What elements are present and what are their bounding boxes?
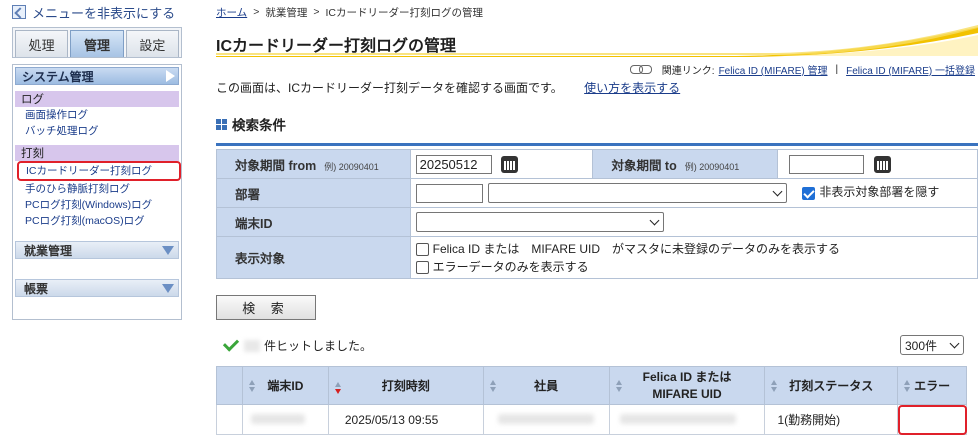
page-description: この画面は、ICカードリーダー打刻データを確認する画面です。 使い方を表示する	[216, 81, 681, 95]
calendar-icon[interactable]	[500, 155, 518, 173]
reports-label: 帳票	[24, 281, 49, 296]
period-from-input[interactable]: 20250512	[415, 154, 492, 174]
cell-employee	[482, 404, 610, 435]
result-message: 件ヒットしました。	[264, 339, 373, 353]
col-time[interactable]: 打刻時刻	[327, 366, 484, 405]
breadcrumb-work: 就業管理	[265, 6, 308, 19]
sort-icon	[248, 380, 256, 393]
work-management-label: 就業管理	[24, 243, 73, 258]
results-table: 端末ID 打刻時刻 社員 Felica ID または MIFARE UID 打刻…	[216, 366, 967, 435]
terminal-select[interactable]	[415, 212, 664, 232]
sidebar-tabs: 処理 管理 設定	[12, 27, 182, 58]
sidebar-item-palm-vein-log[interactable]: 手のひら静脈打刻ログ	[15, 181, 179, 197]
sidebar-item-screen-log[interactable]: 画面操作ログ	[15, 107, 179, 123]
chevron-down-icon	[949, 338, 960, 348]
system-management-header[interactable]: システム管理	[15, 67, 179, 85]
section-divider	[216, 143, 978, 146]
tab-processing[interactable]: 処理	[15, 30, 69, 57]
section-reports[interactable]: 帳票	[15, 279, 179, 297]
period-to-input[interactable]	[789, 154, 865, 174]
checkmark-icon	[222, 335, 240, 352]
page-title: ICカードリーダー打刻ログの管理	[216, 38, 457, 55]
main-content: ホーム > 就業管理 > ICカードリーダー打刻ログの管理 ICカードリーダー打…	[216, 0, 978, 435]
hide-menu-label: メニューを非表示にする	[32, 5, 176, 21]
felica-bulk-link[interactable]: Felica ID (MIFARE) 一括登録	[846, 62, 975, 77]
terminal-label: 端末ID	[216, 207, 411, 237]
felica-manage-link[interactable]: Felica ID (MIFARE) 管理	[719, 62, 828, 77]
chevron-down-icon	[649, 215, 660, 225]
display-target-label: 表示対象	[216, 236, 411, 279]
sidebar-item-ic-card-log[interactable]: ICカードリーダー打刻ログ	[17, 161, 181, 181]
section-work-management[interactable]: 就業管理	[15, 241, 179, 259]
sort-icon	[904, 380, 911, 393]
breadcrumb-current: ICカードリーダー打刻ログの管理	[325, 6, 483, 19]
sidebar-item-pc-windows-log[interactable]: PCログ打刻(Windows)ログ	[15, 197, 179, 213]
collapse-menu-icon	[12, 5, 26, 19]
related-links: 関連リンク: Felica ID (MIFARE) 管理 | Felica ID…	[216, 62, 978, 77]
expand-right-icon	[166, 70, 175, 82]
section-grid-icon	[216, 118, 227, 130]
per-page-select[interactable]: 300件	[900, 335, 964, 355]
hide-depts-checkbox[interactable]	[802, 186, 816, 200]
tab-settings[interactable]: 設定	[125, 30, 179, 57]
table-header-row: 端末ID 打刻時刻 社員 Felica ID または MIFARE UID 打刻…	[216, 366, 967, 405]
cell-error	[897, 404, 967, 435]
col-felica-uid[interactable]: Felica ID または MIFARE UID	[608, 366, 766, 405]
cell-status: 1(勤務開始)	[764, 404, 899, 435]
search-conditions: 対象期間 from 例) 20090401 20250512 対象期間 to 例) …	[216, 149, 978, 279]
expand-down-icon	[162, 283, 174, 293]
col-error[interactable]: エラー	[897, 366, 967, 405]
search-section-title: 検索条件	[216, 114, 978, 134]
result-summary: 件ヒットしました。 300件	[216, 330, 978, 358]
dept-label: 部署	[216, 178, 411, 208]
cell-time: 2025/05/13 09:55	[327, 404, 484, 435]
period-to-label: 対象期間 to 例) 20090401	[592, 149, 779, 179]
col-terminal[interactable]: 端末ID	[241, 366, 329, 405]
hide-menu-link[interactable]: メニューを非表示にする	[12, 0, 182, 24]
search-button[interactable]: 検 索	[216, 295, 316, 320]
link-icon	[629, 65, 652, 74]
chevron-down-icon	[772, 186, 783, 196]
unregistered-only-checkbox[interactable]	[415, 242, 429, 256]
sidebar-item-batch-log[interactable]: バッチ処理ログ	[15, 123, 179, 139]
sort-icon	[615, 380, 623, 393]
period-from-label: 対象期間 from 例) 20090401	[216, 149, 411, 179]
dept-code-input[interactable]	[415, 183, 483, 203]
system-management-label: システム管理	[22, 69, 94, 84]
category-stamp: 打刻	[15, 145, 179, 161]
breadcrumb-home[interactable]: ホーム	[216, 5, 247, 20]
sidebar: メニューを非表示にする 処理 管理 設定 システム管理 ログ 画面操作ログ バッ…	[12, 0, 182, 320]
cell-uid	[608, 404, 766, 435]
col-status[interactable]: 打刻ステータス	[764, 366, 899, 405]
sidebar-item-pc-macos-log[interactable]: PCログ打刻(macOS)ログ	[15, 213, 179, 229]
sort-icon	[489, 380, 497, 393]
cell-terminal	[241, 404, 329, 435]
related-label: 関連リンク:	[661, 66, 715, 77]
hit-count	[244, 339, 260, 352]
page-title-bar: ICカードリーダー打刻ログの管理	[216, 25, 978, 57]
sort-desc-icon	[334, 382, 342, 395]
expand-down-icon	[162, 245, 174, 255]
howto-link[interactable]: 使い方を表示する	[584, 81, 680, 95]
sort-icon	[771, 380, 778, 393]
error-only-checkbox[interactable]	[415, 260, 429, 274]
table-row[interactable]: 2025/05/13 09:55 1(勤務開始)	[216, 404, 967, 435]
sidebar-menu: システム管理 ログ 画面操作ログ バッチ処理ログ 打刻 ICカードリーダー打刻ロ…	[12, 64, 182, 320]
dept-select[interactable]	[487, 183, 787, 203]
tab-management[interactable]: 管理	[70, 30, 124, 57]
calendar-icon[interactable]	[873, 155, 891, 173]
col-employee[interactable]: 社員	[482, 366, 610, 405]
category-log: ログ	[15, 91, 179, 107]
breadcrumb: ホーム > 就業管理 > ICカードリーダー打刻ログの管理	[216, 5, 483, 20]
